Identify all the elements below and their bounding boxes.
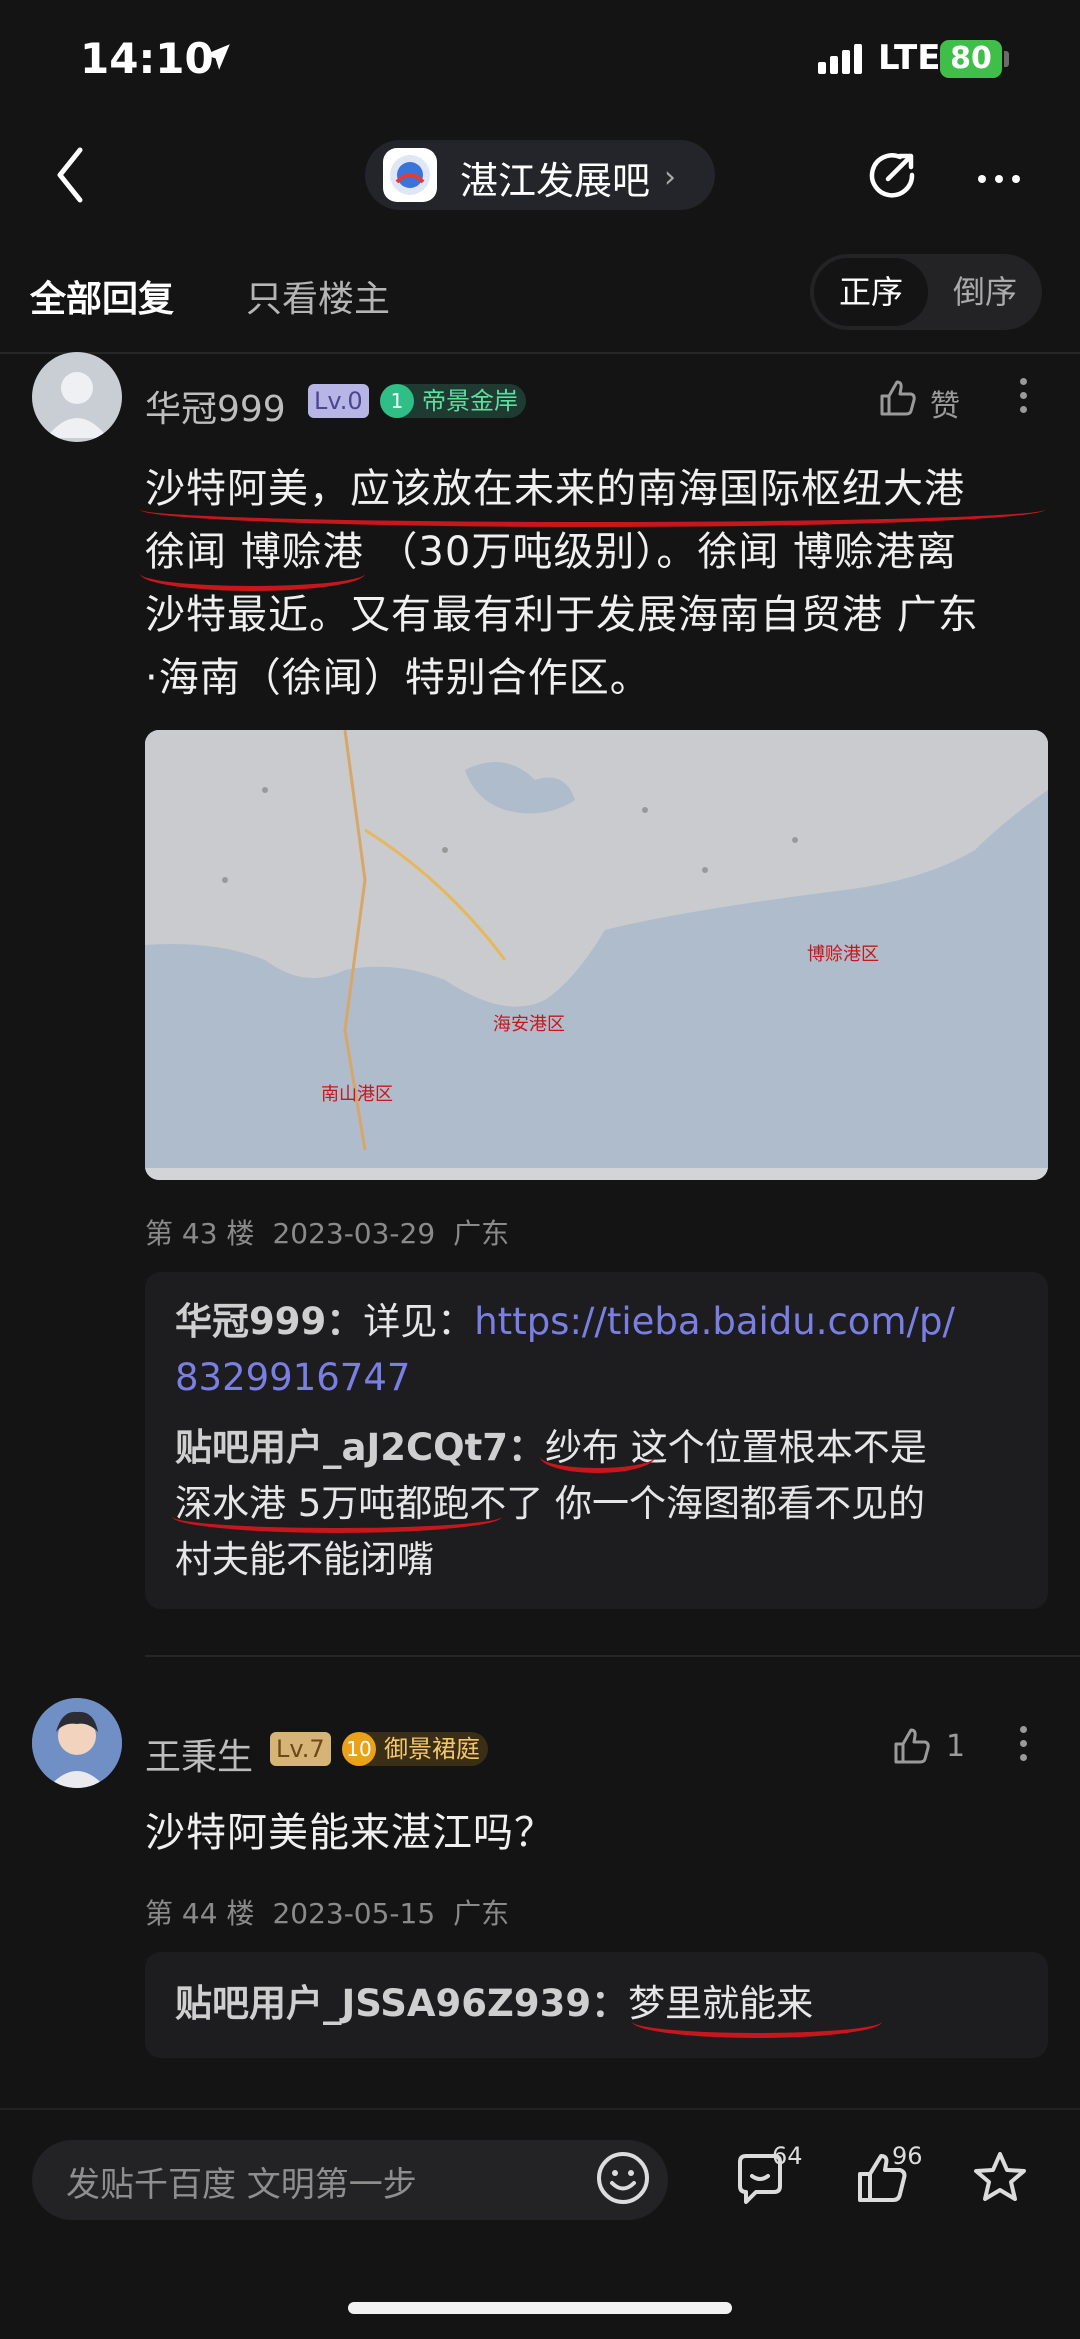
like-count[interactable]: 1 [946,1729,965,1764]
red-underline [140,556,365,591]
post-region: 广东 [453,1217,510,1250]
member-badge-label: 御景裙庭 [384,1735,480,1763]
map-label-nanshan: 南山港区 [321,1084,393,1105]
network-label: LTE [878,38,941,78]
reply-input-placeholder[interactable]: 发贴千百度 文明第一步 [66,2157,417,2206]
username[interactable]: 华冠999 [145,380,286,432]
reply-username[interactable]: 华冠999： [175,1300,363,1343]
post-date: 2023-03-29 [272,1217,436,1250]
reply-text: 详见： [363,1300,475,1343]
post-content: 沙特阿美能来湛江吗？ [145,1810,555,1856]
home-indicator[interactable] [348,2302,732,2314]
comment-count: 64 [772,2142,803,2170]
sub-reply[interactable]: 华冠999：详见：https://tieba.baidu.com/p/ 8329… [175,1294,1035,1406]
post-region: 广东 [453,1897,510,1930]
star-icon[interactable] [970,2148,1030,2208]
red-underline [540,1440,655,1473]
battery-icon: 80 [940,40,1002,78]
like-count: 96 [892,2142,923,2170]
post-options-icon[interactable] [1020,378,1027,420]
post-date: 2023-05-15 [272,1897,436,1930]
share-icon[interactable] [864,145,924,205]
post-meta: 第 44 楼 2023-05-15 广东 [145,1892,527,1932]
red-underline [140,492,1045,527]
map-label-haian: 海安港区 [493,1014,565,1035]
reply-username[interactable]: 贴吧用户_JSSA96Z939： [175,1982,628,2025]
post-meta: 第 43 楼 2023-03-29 广东 [145,1212,527,1252]
location-arrow-icon [204,44,230,70]
username[interactable]: 王秉生 [145,1728,253,1780]
status-time: 14:10 [80,34,214,83]
forum-name[interactable]: 湛江发展吧 [460,150,650,205]
divider [145,1655,1080,1657]
level-badge: Lv.7 [270,1732,331,1766]
red-underline [632,2005,882,2038]
sort-desc-button[interactable]: 倒序 [932,258,1038,326]
like-label[interactable]: 赞 [930,381,960,425]
badge-level-icon: 10 [342,1732,376,1766]
floor-number: 第 43 楼 [145,1217,255,1250]
reply-link[interactable]: 8329916747 [175,1350,1035,1406]
sort-asc-button[interactable]: 正序 [814,258,928,326]
back-icon[interactable] [50,140,90,210]
forum-logo-icon [383,148,437,202]
badge-level-icon: 1 [380,384,414,418]
thumbs-up-icon[interactable] [878,378,918,418]
battery-tip [1004,51,1009,67]
content-line: ·海南（徐闻）特别合作区。 [145,655,651,701]
emoji-icon[interactable] [595,2150,651,2206]
thumbs-up-icon[interactable] [892,1726,932,1766]
avatar[interactable] [32,1698,122,1788]
chevron-right-icon: › [664,160,676,195]
more-icon[interactable] [978,168,1029,187]
member-badge-label: 帝景金岸 [422,387,518,415]
reply-link[interactable]: https://tieba.baidu.com/p/ [474,1300,955,1343]
tab-all-replies[interactable]: 全部回复 [30,270,174,322]
post-options-icon[interactable] [1020,1726,1027,1768]
red-underline [172,1500,502,1533]
map-label-boshe: 博赊港区 [807,944,879,965]
reply-username[interactable]: 贴吧用户_aJ2CQt7： [175,1426,545,1469]
divider [0,352,1080,354]
level-badge: Lv.0 [308,384,369,418]
floor-number: 第 44 楼 [145,1897,255,1930]
reply-text: 村夫能不能闭嘴 [175,1538,434,1581]
avatar[interactable] [32,352,122,442]
post-map-image[interactable]: 博赊港区 海安港区 南山港区 [145,730,1048,1180]
content-line: 沙特最近。又有最有利于发展海南自贸港 广东 [145,592,979,638]
signal-icon [818,44,866,74]
tab-owner-only[interactable]: 只看楼主 [246,270,390,322]
